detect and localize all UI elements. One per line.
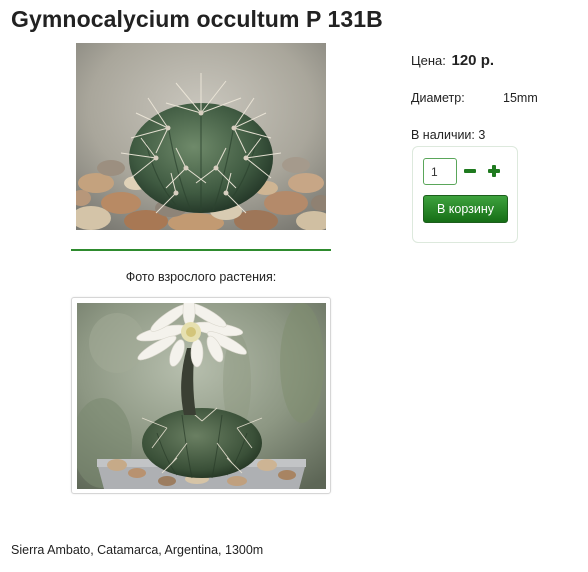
price-value: 120 р. [451,52,495,69]
increase-quantity-button[interactable] [486,163,502,179]
adult-photo-thumbnail[interactable] [71,297,331,494]
quantity-input[interactable] [423,158,457,185]
product-page: Gymnocalycium occultum P 131B Фото взрос… [0,0,588,572]
adult-photo [77,303,326,489]
adult-photo-caption: Фото взрослого растения: [125,270,277,284]
product-title: Gymnocalycium occultum P 131B [11,6,383,32]
minus-icon [464,169,476,173]
decrease-quantity-button[interactable] [462,163,478,179]
add-to-cart-button[interactable]: В корзину [423,195,508,223]
price-label: Цена: [411,53,446,68]
diameter-value: 15mm [503,91,538,105]
add-to-cart-panel: В корзину [412,146,518,243]
product-photo[interactable] [76,43,326,230]
price: Цена: 120 р. [411,52,494,69]
stock-status: В наличии: 3 [411,128,486,142]
locality-text: Sierra Ambato, Catamarca, Argentina, 130… [11,543,264,557]
flowering-cactus-image [77,303,326,489]
green-divider [71,249,331,251]
plus-icon [488,165,500,177]
cactus-seedling-image [76,43,326,230]
diameter-label: Диаметр: [411,91,465,105]
